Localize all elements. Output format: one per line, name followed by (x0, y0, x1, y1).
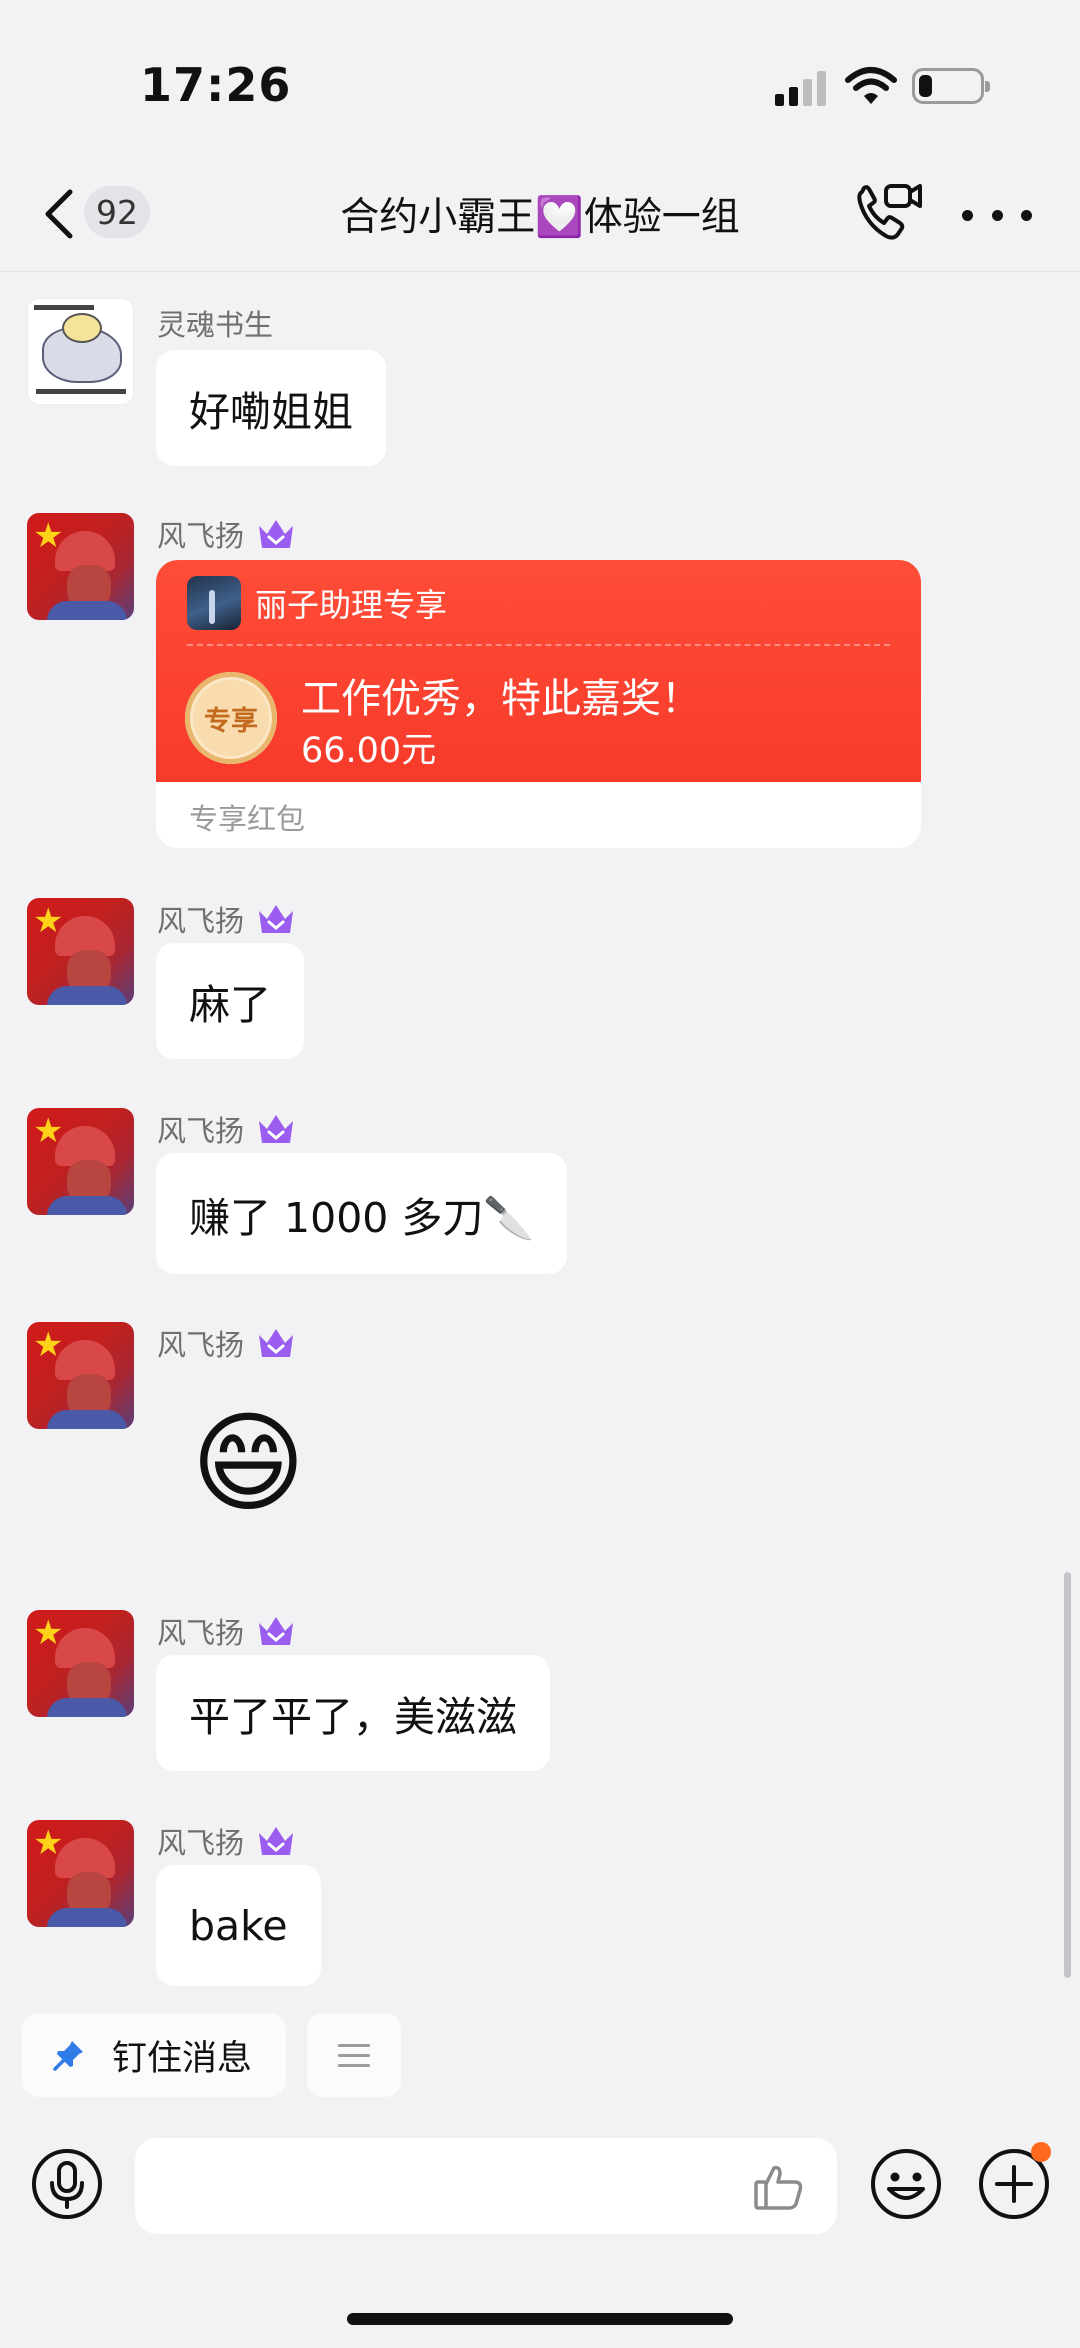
sender-name: 风飞扬 (157, 1610, 296, 1652)
red-packet-header: 丽子助理专享 专享 工作优秀，特此嘉奖！ 66.00元 (156, 560, 921, 782)
red-packet-source: 丽子助理专享 (255, 586, 448, 624)
battery-level (919, 75, 932, 97)
wifi-icon (845, 67, 897, 104)
more-dot-icon (991, 209, 1003, 221)
vip-crown-icon (259, 1329, 294, 1357)
avatar[interactable]: ★ (27, 513, 134, 620)
vip-crown-icon (259, 1617, 294, 1645)
message-bubble[interactable]: 好嘞姐姐 (156, 350, 386, 466)
vip-crown-icon (259, 1115, 294, 1143)
avatar[interactable]: ★ (27, 1322, 134, 1429)
red-packet-greeting: 工作优秀，特此嘉奖！ (301, 676, 701, 722)
scrollbar[interactable] (1064, 1572, 1071, 1978)
message-bubble[interactable]: 麻了 (156, 943, 304, 1059)
cellular-signal-icon (775, 71, 826, 106)
sender-name: 风飞扬 (157, 898, 296, 940)
chevron-left-icon (45, 189, 73, 239)
group-title[interactable]: 合约小霸王💟体验一组 (220, 186, 860, 242)
vip-crown-icon (259, 1827, 294, 1855)
emoji-message[interactable]: 😄 (191, 1408, 306, 1518)
avatar[interactable]: ★ (27, 1820, 134, 1927)
video-call-icon[interactable] (852, 180, 924, 246)
status-bar: 17:26 (0, 0, 1080, 160)
list-menu-button[interactable] (307, 2013, 401, 2097)
vip-crown-icon (259, 520, 294, 548)
back-button[interactable]: 92 (40, 182, 150, 246)
pinned-messages-button[interactable]: 钉住消息 (22, 2013, 286, 2097)
avatar[interactable] (27, 298, 134, 405)
red-packet-amount: 66.00元 (301, 731, 437, 771)
sender-name: 风飞扬 (157, 1322, 296, 1364)
voice-input-icon[interactable] (30, 2147, 104, 2221)
sender-name: 风飞扬 (157, 1820, 296, 1862)
list-line (338, 2063, 370, 2067)
red-packet-seal-icon: 专享 (185, 672, 277, 764)
emoji-icon[interactable] (869, 2147, 943, 2221)
avatar[interactable]: ★ (27, 898, 134, 1005)
sender-name: 风飞扬 (157, 1108, 296, 1150)
more-dot-icon (1021, 209, 1032, 221)
battery-icon (912, 68, 990, 104)
avatar[interactable]: ★ (27, 1610, 134, 1717)
message-bubble[interactable]: 平了平了，美滋滋 (156, 1655, 550, 1771)
pin-icon (53, 2041, 83, 2071)
notification-dot (1031, 2142, 1051, 2162)
more-dot-icon (962, 209, 973, 221)
chat-header: 92 合约小霸王💟体验一组 (0, 160, 1080, 272)
message-bubble[interactable]: bake (156, 1865, 321, 1986)
divider (187, 644, 890, 646)
unread-count-badge: 92 (84, 186, 150, 238)
more-options-button[interactable] (962, 190, 1032, 240)
avatar[interactable]: ★ (27, 1108, 134, 1215)
pinned-messages-label: 钉住消息 (112, 2038, 253, 2079)
sender-name: 灵魂书生 (157, 308, 274, 342)
red-packet-card[interactable]: 丽子助理专享 专享 工作优秀，特此嘉奖！ 66.00元 专享红包 (156, 560, 921, 848)
red-packet-type-label: 专享红包 (189, 802, 306, 836)
list-line (338, 2053, 370, 2057)
sender-name: 风飞扬 (157, 513, 296, 555)
list-line (338, 2043, 370, 2047)
message-input[interactable] (135, 2138, 837, 2234)
home-indicator[interactable] (347, 2313, 733, 2325)
vip-crown-icon (259, 905, 294, 933)
status-time: 17:26 (140, 58, 292, 112)
app-icon (187, 576, 241, 630)
thumbs-up-icon[interactable] (752, 2160, 806, 2214)
message-bubble[interactable]: 赚了 1000 多刀🔪 (156, 1153, 568, 1274)
